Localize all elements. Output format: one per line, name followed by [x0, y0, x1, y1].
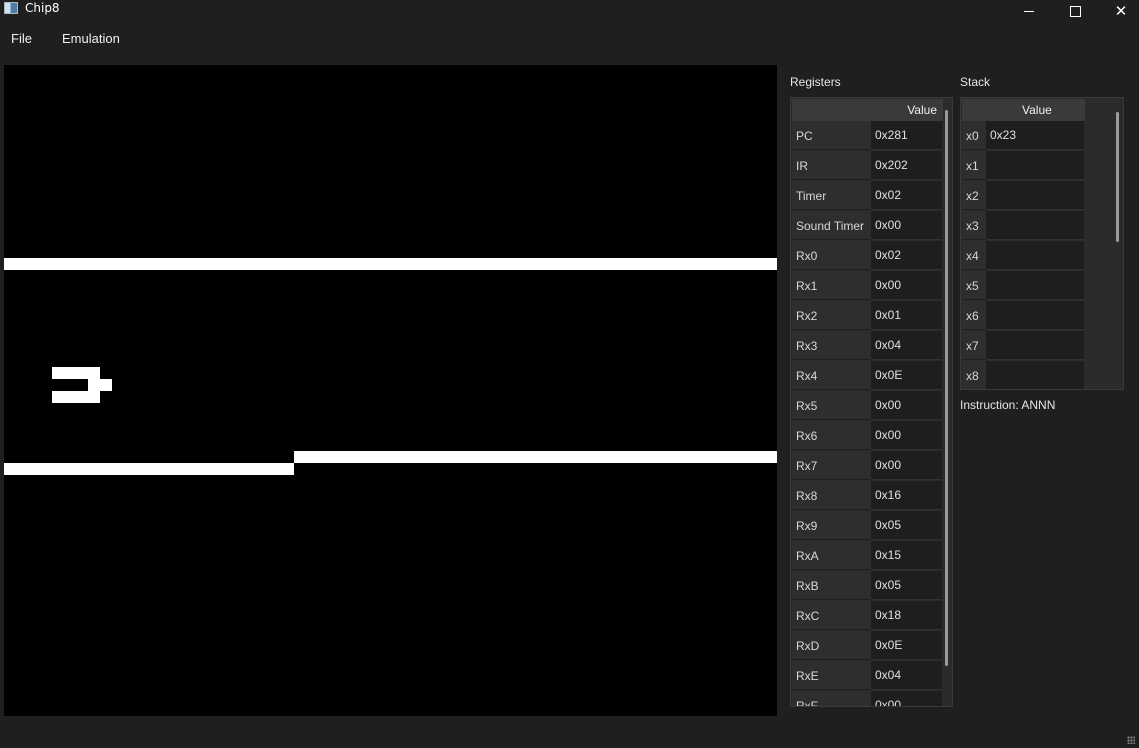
instruction-label: Instruction: ANNN: [960, 398, 1056, 412]
menu-emulation[interactable]: Emulation: [62, 31, 120, 46]
app-window-icon: [4, 2, 18, 14]
register-value[interactable]: 0x00: [871, 391, 942, 420]
register-name: IR: [792, 151, 871, 180]
register-value[interactable]: 0x05: [871, 571, 942, 600]
stack-index: x5: [962, 271, 986, 300]
register-name: RxE: [792, 661, 871, 690]
register-value[interactable]: 0x05: [871, 511, 942, 540]
close-button[interactable]: ✕: [1098, 0, 1139, 22]
minimize-button[interactable]: [1006, 0, 1052, 22]
stack-index: x7: [962, 331, 986, 360]
stack-index: x3: [962, 211, 986, 240]
register-name: Rx5: [792, 391, 871, 420]
stack-index: x0: [962, 121, 986, 150]
register-name: Sound Timer: [792, 211, 871, 240]
stack-value[interactable]: [986, 301, 1084, 330]
register-value[interactable]: 0x02: [871, 241, 942, 270]
stack-label: Stack: [960, 75, 991, 89]
stack-value[interactable]: [986, 211, 1084, 240]
display-canvas: [4, 258, 777, 475]
registers-value-header: Value: [907, 103, 937, 117]
register-name: Rx3: [792, 331, 871, 360]
register-value[interactable]: 0x15: [871, 541, 942, 570]
register-name: Rx2: [792, 301, 871, 330]
registers-label: Registers: [790, 75, 841, 89]
registers-table[interactable]: Value PC 0x281 IR 0x202 Timer 0x02 Sound Ti…: [790, 97, 953, 707]
register-value[interactable]: 0x04: [871, 661, 942, 690]
register-value[interactable]: 0x18: [871, 601, 942, 630]
register-value[interactable]: 0x00: [871, 271, 942, 300]
registers-scrollbar[interactable]: [943, 100, 951, 704]
stack-value[interactable]: [986, 181, 1084, 210]
stack-index: x8: [962, 361, 986, 389]
register-value[interactable]: 0x281: [871, 121, 942, 150]
stack-value[interactable]: [986, 361, 1084, 389]
register-name: Rx4: [792, 361, 871, 390]
register-name: PC: [792, 121, 871, 150]
stack-index: x4: [962, 241, 986, 270]
stack-value-header: Value: [1022, 103, 1052, 117]
register-value[interactable]: 0x00: [871, 211, 942, 240]
stack-table[interactable]: Value x0 0x23 x1 x2 x3 x4 x5 x6 x7 x8: [960, 97, 1124, 390]
menu-file[interactable]: File: [11, 31, 32, 46]
stack-index: x2: [962, 181, 986, 210]
register-name: RxF: [792, 691, 871, 706]
register-name: Rx9: [792, 511, 871, 540]
register-value[interactable]: 0x202: [871, 151, 942, 180]
display-pixels-lower-right-wall: [294, 451, 777, 463]
register-name: RxC: [792, 601, 871, 630]
close-icon: ✕: [1114, 2, 1128, 20]
stack-value[interactable]: [986, 331, 1084, 360]
stack-scrollbar[interactable]: [1114, 100, 1122, 388]
stack-index: x1: [962, 151, 986, 180]
register-name: Rx7: [792, 451, 871, 480]
register-value[interactable]: 0x16: [871, 481, 942, 510]
register-value[interactable]: 0x0E: [871, 631, 942, 660]
maximize-button[interactable]: [1052, 0, 1098, 22]
register-value[interactable]: 0x00: [871, 691, 942, 706]
display-pixels-sprite: [52, 367, 112, 403]
registers-header: Value: [792, 99, 943, 121]
register-name: Rx0: [792, 241, 871, 270]
register-value[interactable]: 0x00: [871, 421, 942, 450]
register-value[interactable]: 0x01: [871, 301, 942, 330]
register-value[interactable]: 0x02: [871, 181, 942, 210]
stack-value[interactable]: 0x23: [986, 121, 1084, 150]
register-name: RxB: [792, 571, 871, 600]
minimize-icon: [1024, 10, 1034, 12]
stack-scroll-thumb[interactable]: [1116, 112, 1119, 242]
stack-header: Value: [962, 99, 1085, 121]
register-value[interactable]: 0x00: [871, 451, 942, 480]
display-pixels-lower-left-wall: [4, 463, 294, 475]
register-name: Rx1: [792, 271, 871, 300]
menu-bar: File Emulation: [0, 24, 1139, 54]
emulator-display: [4, 65, 777, 716]
register-value[interactable]: 0x04: [871, 331, 942, 360]
registers-scroll-thumb[interactable]: [945, 110, 948, 666]
status-bar: [0, 724, 1139, 748]
resize-grip-icon[interactable]: [1127, 736, 1135, 744]
register-name: Rx6: [792, 421, 871, 450]
stack-value[interactable]: [986, 271, 1084, 300]
register-name: Timer: [792, 181, 871, 210]
stack-index: x6: [962, 301, 986, 330]
display-pixels-top-wall: [4, 258, 777, 270]
maximize-icon: [1069, 5, 1081, 17]
stack-value[interactable]: [986, 151, 1084, 180]
register-name: Rx8: [792, 481, 871, 510]
register-name: RxA: [792, 541, 871, 570]
title-bar: Chip8 ✕: [0, 0, 1139, 22]
stack-value[interactable]: [986, 241, 1084, 270]
register-name: RxD: [792, 631, 871, 660]
register-value[interactable]: 0x0E: [871, 361, 942, 390]
window-title: Chip8: [25, 1, 60, 15]
